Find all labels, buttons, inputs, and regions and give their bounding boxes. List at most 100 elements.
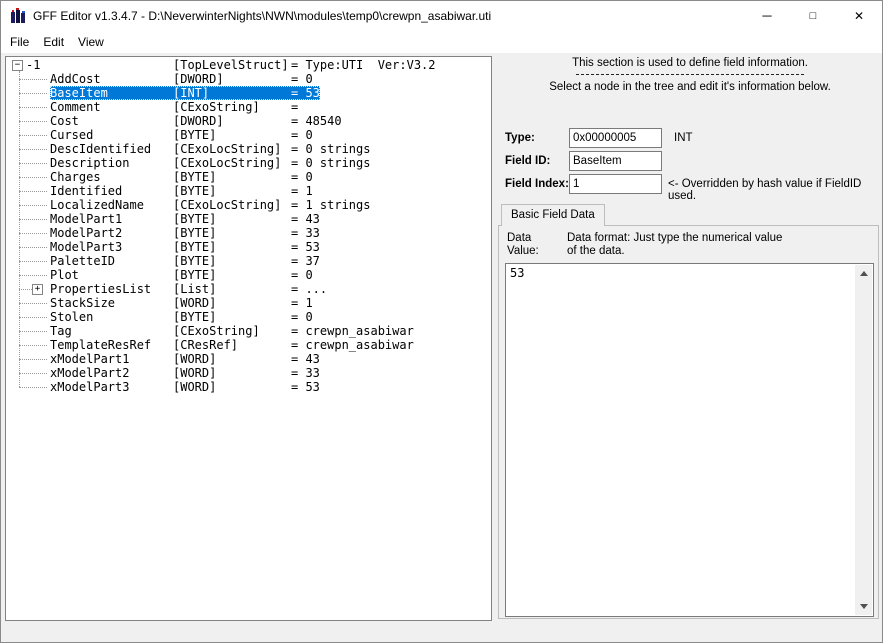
tree-guide-stub — [19, 149, 47, 150]
tree-row-modelpart2[interactable]: ModelPart2[BYTE]= 33 — [6, 226, 491, 240]
field-id-input[interactable] — [569, 151, 662, 171]
tree-row-modelpart1[interactable]: ModelPart1[BYTE]= 43 — [6, 212, 491, 226]
tree-row-text: Stolen[BYTE]= 0 — [50, 310, 313, 324]
tree-row-text: xModelPart2[WORD]= 33 — [50, 366, 320, 380]
tree-row-text: Plot[BYTE]= 0 — [50, 268, 313, 282]
type-label: Type: — [505, 132, 535, 144]
field-id-label: Field ID: — [505, 155, 550, 167]
tree-guide-stub — [19, 247, 47, 248]
close-icon: ✕ — [854, 1, 864, 31]
type-name-text: INT — [674, 132, 693, 144]
tree-guide-stub — [19, 135, 47, 136]
tree-row-text: LocalizedName[CExoLocString]= 1 strings — [50, 198, 370, 212]
collapse-icon[interactable]: − — [12, 60, 23, 71]
tree-guide-stub — [19, 303, 47, 304]
tree-row-modelpart3[interactable]: ModelPart3[BYTE]= 53 — [6, 240, 491, 254]
tree-row-text: Cost[DWORD]= 48540 — [50, 114, 342, 128]
value-scrollbar[interactable] — [855, 265, 872, 615]
tree-row-text: ModelPart2[BYTE]= 33 — [50, 226, 320, 240]
minimize-button[interactable]: ─ — [744, 1, 790, 31]
tree-row-text: Comment[CExoString]= — [50, 100, 298, 114]
field-index-note: <- Overridden by hash value if FieldID u… — [668, 178, 883, 202]
tree-guide-stub — [19, 373, 47, 374]
tree-row-propertieslist[interactable]: + PropertiesList[List]= ... — [6, 282, 491, 296]
tree-row-text: Cursed[BYTE]= 0 — [50, 128, 313, 142]
maximize-button[interactable]: □ — [790, 1, 836, 31]
tree-row-text: -1[TopLevelStruct]= Type:UTI Ver:V3.2 — [26, 58, 436, 72]
tree-row-paletteid[interactable]: PaletteID[BYTE]= 37 — [6, 254, 491, 268]
data-format-hint: Data format: Just type the numerical val… — [567, 232, 787, 258]
tree-guide-stub — [19, 163, 47, 164]
tree-guide-stub — [19, 121, 47, 122]
tree-row-cursed[interactable]: Cursed[BYTE]= 0 — [6, 128, 491, 142]
type-input[interactable] — [569, 128, 662, 148]
tree-row-text: StackSize[WORD]= 1 — [50, 296, 313, 310]
tree-row-xmodelpart2[interactable]: xModelPart2[WORD]= 33 — [6, 366, 491, 380]
tree-row-text: xModelPart1[WORD]= 43 — [50, 352, 320, 366]
tree-row-identified[interactable]: Identified[BYTE]= 1 — [6, 184, 491, 198]
tree-row-text: ModelPart1[BYTE]= 43 — [50, 212, 320, 226]
section-info-text: This section is used to define field inf… — [496, 57, 883, 69]
tree-row-plot[interactable]: Plot[BYTE]= 0 — [6, 268, 491, 282]
scroll-up-button[interactable] — [855, 265, 872, 282]
tree-guide-stub — [19, 233, 47, 234]
tree-guide-stub — [19, 177, 47, 178]
tree-row-xmodelpart3[interactable]: xModelPart3[WORD]= 53 — [6, 380, 491, 394]
menu-item-view[interactable]: View — [71, 31, 111, 53]
field-data-input[interactable]: 53 — [510, 266, 853, 280]
tree-row-text: AddCost[DWORD]= 0 — [50, 72, 313, 86]
tree-guide-stub — [19, 93, 47, 94]
tree-row-descidentified[interactable]: DescIdentified[CExoLocString]= 0 strings — [6, 142, 491, 156]
tab-basic-field-data[interactable]: Basic Field Data — [501, 204, 605, 226]
select-node-hint: Select a node in the tree and edit it's … — [496, 81, 883, 93]
tree-row-text: Identified[BYTE]= 1 — [50, 184, 313, 198]
tree-row-xmodelpart1[interactable]: xModelPart1[WORD]= 43 — [6, 352, 491, 366]
tree-guide-stub — [19, 345, 47, 346]
gff-editor-window: { "window": { "title": "GFF Editor v1.3.… — [0, 0, 883, 643]
tree-guide-stub — [19, 317, 47, 318]
field-info-panel: This section is used to define field inf… — [496, 53, 883, 628]
tree-guide-stub — [19, 359, 47, 360]
tree-row-baseitem[interactable]: BaseItem[INT]= 53 — [6, 86, 491, 100]
menu-item-file[interactable]: File — [3, 31, 36, 53]
tree-guide-stub — [19, 289, 32, 290]
scroll-up-icon — [860, 271, 868, 276]
tree-guide-stub — [19, 107, 47, 108]
tree-row-charges[interactable]: Charges[BYTE]= 0 — [6, 170, 491, 184]
menu-item-edit[interactable]: Edit — [36, 31, 71, 53]
caption-buttons: ─ □ ✕ — [744, 1, 882, 31]
close-button[interactable]: ✕ — [836, 1, 882, 31]
tree-row-cost[interactable]: Cost[DWORD]= 48540 — [6, 114, 491, 128]
tree-row-text: ModelPart3[BYTE]= 53 — [50, 240, 320, 254]
tree-row-stacksize[interactable]: StackSize[WORD]= 1 — [6, 296, 491, 310]
tree-guide-stub — [19, 219, 47, 220]
app-icon — [10, 8, 26, 24]
tree-row-root[interactable]: −-1[TopLevelStruct]= Type:UTI Ver:V3.2 — [6, 58, 491, 72]
expand-icon[interactable]: + — [32, 284, 43, 295]
tree-guide-stub — [19, 79, 47, 80]
tree-guide-stub — [19, 261, 47, 262]
tree-row-text: TemplateResRef[CResRef]= crewpn_asabiwar — [50, 338, 414, 352]
tree-row-text: BaseItem[INT]= 53 — [50, 86, 320, 100]
scroll-down-button[interactable] — [855, 598, 872, 615]
maximize-icon: □ — [810, 1, 817, 31]
tree-guide-stub — [19, 387, 47, 388]
tree-row-text: xModelPart3[WORD]= 53 — [50, 380, 320, 394]
tree-row-text: PropertiesList[List]= ... — [50, 282, 327, 296]
tree-row-stolen[interactable]: Stolen[BYTE]= 0 — [6, 310, 491, 324]
tree-guide-stub — [19, 275, 47, 276]
data-value-label: Data — [507, 232, 531, 244]
tree-row-comment[interactable]: Comment[CExoString]= — [6, 100, 491, 114]
field-index-input[interactable] — [569, 174, 662, 194]
field-index-label: Field Index: — [505, 178, 569, 190]
basic-field-data-pane: Data Value: Data format: Just type the n… — [498, 225, 879, 619]
tree-guide-stub — [19, 191, 47, 192]
tree-row-addcost[interactable]: AddCost[DWORD]= 0 — [6, 72, 491, 86]
field-data-editbox: 53 — [505, 263, 874, 617]
titlebar: GFF Editor v1.3.4.7 - D:\NeverwinterNigh… — [1, 1, 882, 31]
tree-row-text: Description[CExoLocString]= 0 strings — [50, 156, 370, 170]
tree-row-description[interactable]: Description[CExoLocString]= 0 strings — [6, 156, 491, 170]
tree-row-tag[interactable]: Tag[CExoString]= crewpn_asabiwar — [6, 324, 491, 338]
tree-row-templateresref[interactable]: TemplateResRef[CResRef]= crewpn_asabiwar — [6, 338, 491, 352]
tree-row-localizedname[interactable]: LocalizedName[CExoLocString]= 1 strings — [6, 198, 491, 212]
